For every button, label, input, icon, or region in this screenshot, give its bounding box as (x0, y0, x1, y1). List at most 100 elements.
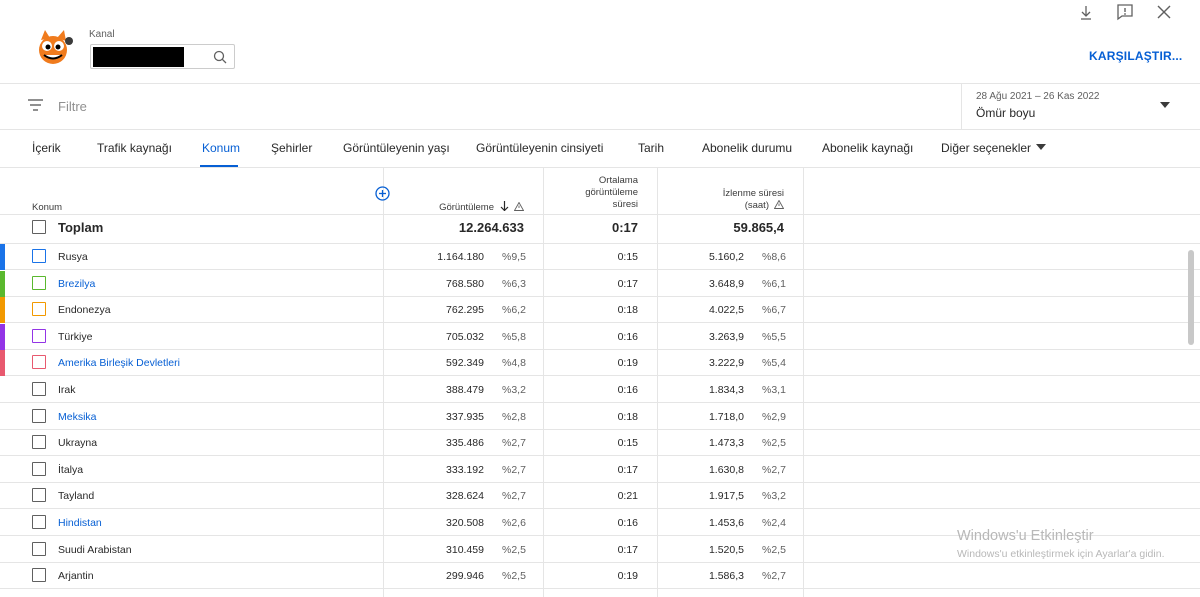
date-range-selector[interactable]: 28 Ağu 2021 – 26 Kas 2022 Ömür boyu (961, 84, 1200, 130)
row-views-percent: %2,7 (502, 463, 526, 476)
row-watch-time: 1.520,5 (708, 543, 744, 556)
series-color-stripe (0, 270, 5, 297)
tab-viewer-age[interactable]: Görüntüleyenin yaşı (343, 141, 450, 155)
row-checkbox[interactable] (32, 435, 46, 450)
row-checkbox[interactable] (32, 355, 46, 370)
row-views-percent: %2,8 (502, 410, 526, 423)
row-checkbox[interactable] (32, 302, 46, 317)
row-avg-duration: 0:16 (617, 384, 638, 396)
row-checkbox[interactable] (32, 461, 46, 476)
table-row[interactable]: Endonezya 762.295 %6,2 0:18 4.022,5 %6,7 (0, 297, 1200, 324)
row-watch-time: 5.160,2 (708, 251, 744, 263)
row-checkbox[interactable] (32, 328, 46, 343)
row-views: 337.935 (446, 410, 484, 423)
row-location-name: Suudi Arabistan (58, 543, 132, 556)
row-checkbox[interactable] (32, 541, 46, 556)
column-header-avg-duration[interactable]: Ortalama görüntüleme süresi (585, 175, 638, 211)
row-location-name[interactable]: Hindistan (58, 517, 102, 529)
chevron-down-icon (1160, 102, 1170, 108)
tab-content[interactable]: İçerik (32, 141, 61, 155)
active-tab-indicator (200, 165, 238, 167)
table-row[interactable]: Amerika Birleşik Devletleri 592.349 %4,8 0:… (0, 350, 1200, 377)
table-row[interactable]: Meksika 337.935 %2,8 0:18 1.718,0 %2,9 (0, 404, 1200, 430)
column-header-views[interactable]: Görüntüleme (439, 201, 524, 214)
table-row[interactable]: İtalya 333.192 %2,7 0:17 1.630,8 %2,7 (0, 457, 1200, 483)
tab-date[interactable]: Tarih (638, 141, 664, 155)
row-watch-percent: %2,5 (762, 543, 786, 556)
table-row[interactable]: Türkiye 705.032 %5,8 0:16 3.263,9 %5,5 (0, 323, 1200, 350)
row-views-percent: %6,2 (502, 304, 526, 317)
column-header-watch-time[interactable]: İzlenme süresi (saat) (723, 188, 784, 212)
row-watch-percent: %3,2 (762, 490, 786, 503)
search-icon[interactable] (213, 50, 227, 64)
row-watch-percent: %2,9 (762, 410, 786, 423)
tab-cities[interactable]: Şehirler (271, 141, 312, 155)
watch-time-header-line2: (saat) (723, 200, 784, 212)
table-row[interactable]: Brezilya 768.580 %6,3 0:17 3.648,9 %6,1 (0, 270, 1200, 297)
avg-duration-header-line: görüntüleme (585, 187, 638, 198)
row-views: 333.192 (446, 463, 484, 476)
filter-input[interactable]: Filtre (58, 99, 87, 114)
row-location-name: Tayland (58, 490, 95, 503)
row-watch-time: 1.630,8 (708, 463, 744, 476)
row-location-name: Türkiye (58, 330, 93, 343)
row-views: 592.349 (446, 357, 484, 370)
table-header: Konum Görüntüleme Ortalama görüntüleme s… (0, 168, 1200, 218)
row-views: 1.164.180 (437, 251, 484, 263)
row-checkbox[interactable] (32, 568, 46, 583)
redacted-channel-name (93, 47, 184, 67)
row-location-name: Arjantin (58, 570, 94, 583)
channel-avatar[interactable] (33, 30, 75, 66)
row-checkbox[interactable] (32, 488, 46, 503)
avg-duration-header-line: süresi (612, 199, 638, 210)
row-checkbox[interactable] (32, 408, 46, 423)
row-avg-duration: 0:15 (617, 437, 638, 450)
table-row[interactable]: Arjantin 299.946 %2,5 0:19 1.586,3 %2,7 (0, 563, 1200, 590)
more-options-label: Diğer seçenekler (941, 141, 1032, 155)
filter-icon[interactable] (27, 98, 44, 112)
table-row[interactable]: Rusya 1.164.180 %9,5 0:15 5.160,2 %8,6 (0, 244, 1200, 270)
row-avg-duration: 0:18 (617, 410, 638, 423)
row-views: 768.580 (446, 277, 484, 290)
tab-location[interactable]: Konum (202, 141, 240, 155)
row-views-percent: %2,5 (502, 570, 526, 583)
compare-button[interactable]: KARŞILAŞTIR... (1089, 49, 1182, 63)
row-views: 388.479 (446, 384, 484, 396)
watermark-subtitle: Windows'u etkinleştirmek için Ayarlar'a … (957, 548, 1165, 560)
tab-traffic-source[interactable]: Trafik kaynağı (97, 141, 172, 155)
row-checkbox[interactable] (32, 515, 46, 529)
download-icon[interactable] (1077, 3, 1095, 21)
activation-watermark: Windows'u Etkinleştir Windows'u etkinleş… (957, 528, 1164, 560)
table-row[interactable]: Tayland 328.624 %2,7 0:21 1.917,5 %3,2 (0, 483, 1200, 510)
row-watch-percent: %2,7 (762, 570, 786, 583)
tab-viewer-gender[interactable]: Görüntüleyenin cinsiyeti (476, 141, 603, 155)
scrollbar[interactable] (1188, 250, 1194, 345)
add-metric-icon[interactable] (375, 186, 390, 201)
column-header-location[interactable]: Konum (32, 202, 62, 214)
row-location-name[interactable]: Amerika Birleşik Devletleri (58, 357, 180, 369)
close-icon[interactable] (1155, 3, 1173, 21)
row-watch-percent: %5,4 (762, 357, 786, 370)
row-watch-percent: %8,6 (762, 251, 786, 263)
channel-search-input[interactable] (90, 44, 235, 69)
table-row[interactable]: Ukrayna 335.486 %2,7 0:15 1.473,3 %2,5 (0, 430, 1200, 457)
row-views: 310.459 (446, 543, 484, 556)
tab-more-options[interactable]: Diğer seçenekler (941, 141, 1047, 155)
row-location-name[interactable]: Meksika (58, 411, 97, 423)
table-row[interactable]: Irak 388.479 %3,2 0:16 1.834,3 %3,1 (0, 377, 1200, 403)
tab-subscription-status[interactable]: Abonelik durumu (702, 141, 792, 155)
row-checkbox[interactable] (32, 275, 46, 290)
series-color-stripe (0, 323, 5, 350)
row-views-percent: %4,8 (502, 357, 526, 370)
total-checkbox[interactable] (32, 220, 46, 234)
row-location-name[interactable]: Brezilya (58, 278, 95, 290)
avg-duration-header-line: Ortalama (598, 175, 638, 186)
row-checkbox[interactable] (32, 382, 46, 396)
row-checkbox[interactable] (32, 249, 46, 263)
feedback-icon[interactable] (1116, 3, 1134, 21)
row-views: 328.624 (446, 490, 484, 503)
total-watch-time: 59.865,4 (733, 220, 784, 235)
row-avg-duration: 0:15 (617, 251, 638, 263)
tab-subscription-source[interactable]: Abonelik kaynağı (822, 141, 913, 155)
warning-icon (774, 200, 784, 209)
